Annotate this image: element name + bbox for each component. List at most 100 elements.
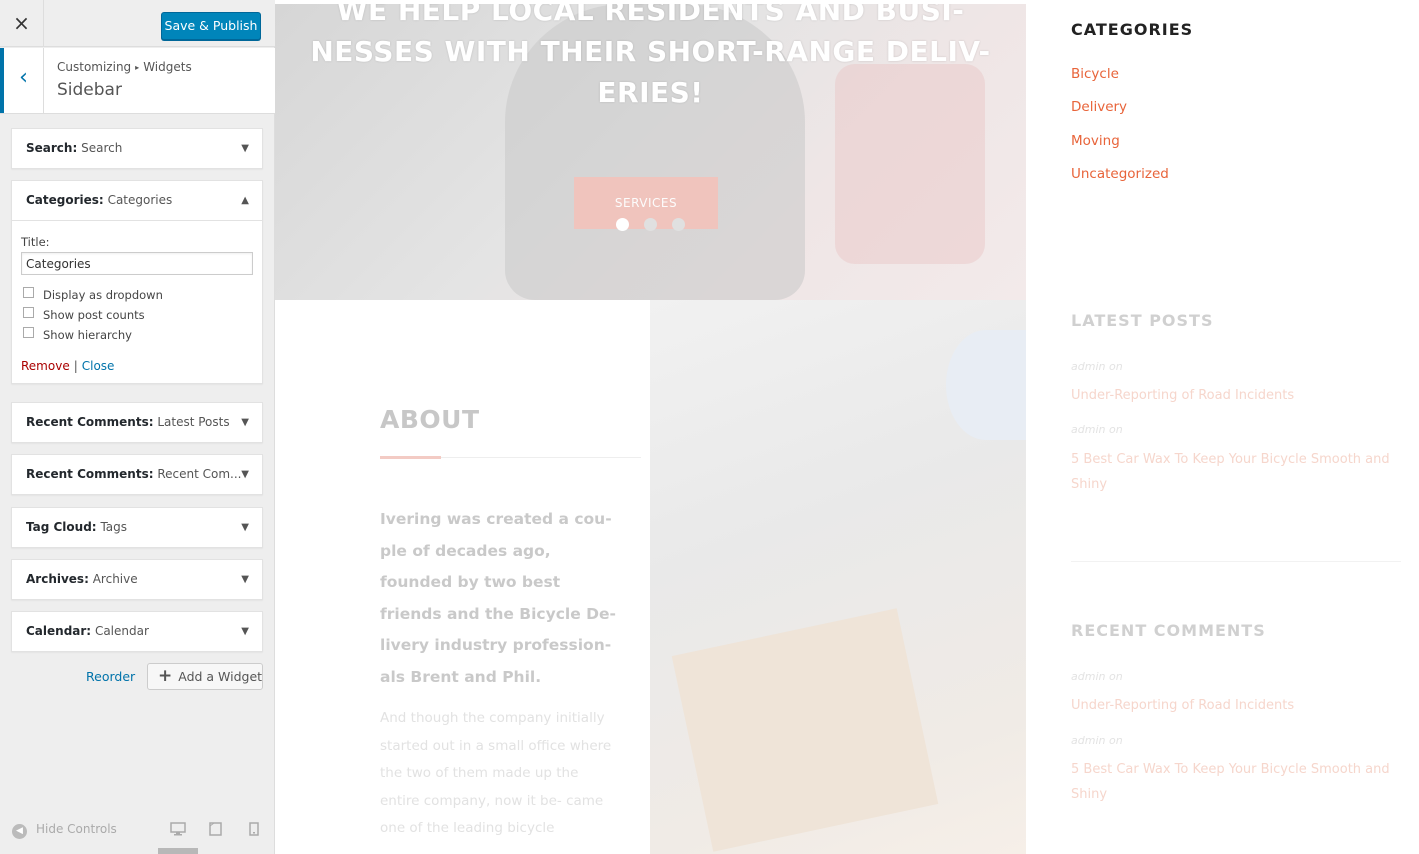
- widget-type: Recent Comments:: [26, 467, 154, 481]
- desktop-icon[interactable]: [170, 822, 186, 840]
- collapse-arrow-icon[interactable]: ▲: [241, 181, 249, 220]
- back-button[interactable]: ‹: [0, 48, 44, 113]
- widget-form: Title: Display as dropdown Show post cou…: [12, 220, 262, 383]
- widget-recent-comments-latest-posts[interactable]: Recent Comments: Latest Posts ▼: [11, 402, 263, 443]
- remove-link[interactable]: Remove: [21, 359, 70, 373]
- widget-header[interactable]: Search: Search ▼: [12, 129, 262, 168]
- customizer-header: × Save & Publish: [0, 0, 275, 47]
- about-accent-rule: [380, 456, 441, 459]
- widget-title: Calendar: [94, 624, 149, 638]
- widget-type: Archives:: [26, 572, 89, 586]
- widget-recent-comments[interactable]: Recent Comments: Recent Com... ▼: [11, 454, 263, 495]
- post-link[interactable]: Under-Reporting of Road Incidents: [1071, 383, 1391, 408]
- widget-header[interactable]: Categories: Categories ▲: [12, 181, 262, 220]
- option-label: Show hierarchy: [43, 328, 132, 342]
- categories-heading: CATEGORIES: [1071, 20, 1194, 39]
- widget-type: Tag Cloud:: [26, 520, 97, 534]
- category-link[interactable]: Bicycle: [1071, 66, 1119, 82]
- hero-heading: WE HELP LOCAL RESIDENTS AND BUSI- NESSES…: [275, 4, 1026, 113]
- widget-header[interactable]: Recent Comments: Latest Posts ▼: [12, 403, 262, 442]
- widget-title: Search: [81, 141, 123, 155]
- widget-type: Calendar:: [26, 624, 92, 638]
- expand-arrow-icon[interactable]: ▼: [241, 403, 249, 442]
- breadcrumb-widgets: Widgets: [143, 60, 192, 74]
- save-publish-button[interactable]: Save & Publish: [161, 12, 261, 40]
- expand-arrow-icon[interactable]: ▼: [241, 129, 249, 168]
- widget-type: Recent Comments:: [26, 415, 154, 429]
- category-link[interactable]: Moving: [1071, 133, 1120, 149]
- hierarchy-checkbox[interactable]: [23, 327, 34, 338]
- widget-tag-cloud[interactable]: Tag Cloud: Tags ▼: [11, 507, 263, 548]
- recent-comments-heading: RECENT COMMENTS: [1071, 621, 1266, 640]
- slider-dot[interactable]: [672, 218, 685, 231]
- widget-type: Categories:: [26, 193, 104, 207]
- widget-header[interactable]: Tag Cloud: Tags ▼: [12, 508, 262, 547]
- hide-controls-label: Hide Controls: [36, 822, 117, 836]
- widget-search[interactable]: Search: Search ▼: [11, 128, 263, 169]
- hero-slider: WE HELP LOCAL RESIDENTS AND BUSI- NESSES…: [275, 4, 1026, 300]
- close-link[interactable]: Close: [82, 359, 115, 373]
- about-lead-text: Ivering was created a cou- ple of decade…: [380, 510, 616, 686]
- comment-meta: admin on: [1071, 670, 1123, 683]
- slider-dot[interactable]: [644, 218, 657, 231]
- reorder-link[interactable]: Reorder: [86, 669, 135, 684]
- widget-header[interactable]: Archives: Archive ▼: [12, 560, 262, 599]
- mobile-icon[interactable]: [249, 822, 259, 840]
- comment-meta: admin on: [1071, 734, 1123, 747]
- display-dropdown-checkbox[interactable]: [23, 287, 34, 298]
- post-meta: admin on: [1071, 360, 1123, 373]
- category-link[interactable]: Uncategorized: [1071, 166, 1169, 182]
- widget-type: Search:: [26, 141, 78, 155]
- customizer-footer: ◀ Hide Controls: [0, 810, 275, 854]
- option-display-dropdown: Display as dropdown: [21, 285, 252, 305]
- about-divider: [441, 457, 641, 458]
- collapse-icon: ◀: [12, 824, 27, 839]
- expand-arrow-icon[interactable]: ▼: [241, 455, 249, 494]
- widget-title: Categories: [107, 193, 173, 207]
- expand-arrow-icon[interactable]: ▼: [241, 612, 249, 651]
- about-title: ABOUT: [380, 405, 480, 434]
- add-widget-button[interactable]: + Add a Widget: [147, 663, 263, 690]
- about-image: [650, 300, 1026, 854]
- category-link[interactable]: Delivery: [1071, 99, 1127, 115]
- widget-title: Archive: [92, 572, 138, 586]
- widget-title: Latest Posts: [157, 415, 230, 429]
- widget-title: Recent Com...: [157, 467, 242, 481]
- post-counts-checkbox[interactable]: [23, 307, 34, 318]
- comment-link[interactable]: Under-Reporting of Road Incidents: [1071, 693, 1391, 718]
- site-preview: WE HELP LOCAL RESIDENTS AND BUSI- NESSES…: [275, 0, 1419, 854]
- comment-link[interactable]: 5 Best Car Wax To Keep Your Bicycle Smoo…: [1071, 757, 1391, 807]
- hide-controls-button[interactable]: ◀ Hide Controls: [12, 822, 117, 839]
- breadcrumb-separator-icon: ▸: [135, 63, 140, 72]
- plus-icon: +: [158, 666, 173, 686]
- post-link[interactable]: 5 Best Car Wax To Keep Your Bicycle Smoo…: [1071, 447, 1391, 497]
- action-separator: |: [73, 359, 78, 373]
- slider-dot-active[interactable]: [616, 218, 629, 231]
- customizer-panel: × Save & Publish ‹ Customizing ▸ Widgets S…: [0, 0, 275, 854]
- widget-actions: Remove | Close: [21, 359, 252, 373]
- breadcrumb: Customizing ▸ Widgets: [57, 60, 192, 74]
- widget-calendar[interactable]: Calendar: Calendar ▼: [11, 611, 263, 652]
- hero-line: ERIES!: [597, 76, 704, 109]
- section-title: Sidebar: [57, 80, 122, 100]
- title-label: Title:: [21, 235, 50, 249]
- widget-categories[interactable]: Categories: Categories ▲ Title: Display …: [11, 180, 263, 384]
- option-label: Display as dropdown: [43, 288, 163, 302]
- package-shape: [671, 608, 939, 852]
- widget-header[interactable]: Recent Comments: Recent Com... ▼: [12, 455, 262, 494]
- widget-archives[interactable]: Archives: Archive ▼: [11, 559, 263, 600]
- post-meta: admin on: [1071, 423, 1123, 436]
- option-label: Show post counts: [43, 308, 145, 322]
- title-input[interactable]: [21, 252, 253, 275]
- section-header: ‹ Customizing ▸ Widgets Sidebar: [0, 48, 275, 114]
- expand-arrow-icon[interactable]: ▼: [241, 508, 249, 547]
- hero-line: NESSES WITH THEIR SHORT-RANGE DELIV-: [310, 35, 991, 68]
- close-customizer-button[interactable]: ×: [0, 0, 44, 47]
- widget-header[interactable]: Calendar: Calendar ▼: [12, 612, 262, 651]
- helmet-shape: [946, 330, 1026, 440]
- tablet-icon[interactable]: [209, 822, 222, 840]
- expand-arrow-icon[interactable]: ▼: [241, 560, 249, 599]
- sidebar-divider: [1071, 561, 1401, 562]
- option-post-counts: Show post counts: [21, 305, 252, 325]
- about-body-text: And though the company initially started…: [380, 710, 612, 836]
